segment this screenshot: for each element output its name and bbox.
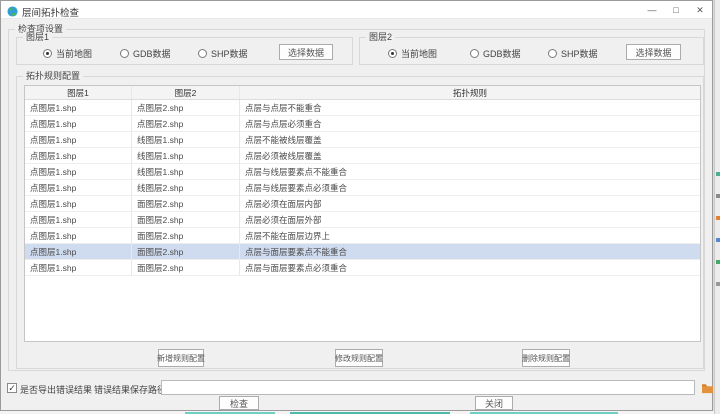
radio-icon bbox=[388, 49, 397, 58]
table-row[interactable]: 点图层1.shp线图层1.shp点层与线层要素点不能重合 bbox=[25, 164, 700, 180]
cell-rule: 点层与面层要素点必须重合 bbox=[240, 260, 700, 275]
cell-rule: 点层与线层要素点不能重合 bbox=[240, 164, 700, 179]
minimize-button[interactable]: — bbox=[640, 1, 664, 19]
cell-layer1: 点图层1.shp bbox=[25, 148, 132, 163]
background-toolbar-icon bbox=[716, 238, 720, 242]
cell-layer2: 面图层2.shp bbox=[132, 244, 240, 259]
table-row[interactable]: 点图层1.shp面图层2.shp点层与面层要素点不能重合 bbox=[25, 244, 700, 260]
path-input[interactable] bbox=[161, 380, 695, 395]
cell-layer1: 点图层1.shp bbox=[25, 212, 132, 227]
cell-rule: 点层与点层必须重合 bbox=[240, 116, 700, 131]
cell-rule: 点层与面层要素点不能重合 bbox=[240, 244, 700, 259]
table-row[interactable]: 点图层1.shp线图层1.shp点层不能被线层覆盖 bbox=[25, 132, 700, 148]
cell-rule: 点层必须在面层内部 bbox=[240, 196, 700, 211]
cell-layer2: 点图层2.shp bbox=[132, 100, 240, 115]
table-row[interactable]: 点图层1.shp点图层2.shp点层与点层不能重合 bbox=[25, 100, 700, 116]
cell-layer2: 点图层2.shp bbox=[132, 116, 240, 131]
background-app-right-edge bbox=[714, 0, 720, 414]
browse-folder-button[interactable] bbox=[700, 381, 714, 395]
cell-layer2: 面图层2.shp bbox=[132, 260, 240, 275]
table-row[interactable]: 点图层1.shp面图层2.shp点层必须在面层内部 bbox=[25, 196, 700, 212]
background-toolbar-icon bbox=[716, 194, 720, 198]
cell-layer2: 面图层2.shp bbox=[132, 212, 240, 227]
topology-check-dialog: 层间拓扑检查 — □ ✕ 检查项设置 图层1 当前地图 GDB数据 SHP数据 … bbox=[0, 0, 713, 411]
cell-layer1: 点图层1.shp bbox=[25, 116, 132, 131]
table-row[interactable]: 点图层1.shp线图层2.shp点层与线层要素点必须重合 bbox=[25, 180, 700, 196]
cell-layer1: 点图层1.shp bbox=[25, 100, 132, 115]
cell-layer1: 点图层1.shp bbox=[25, 244, 132, 259]
table-row[interactable]: 点图层1.shp面图层2.shp点层必须在面层外部 bbox=[25, 212, 700, 228]
background-toolbar-icon bbox=[716, 216, 720, 220]
export-checkbox-label: 是否导出错误结果 bbox=[20, 383, 92, 396]
cell-layer1: 点图层1.shp bbox=[25, 180, 132, 195]
cell-layer1: 点图层1.shp bbox=[25, 228, 132, 243]
rules-table: 图层1 图层2 拓扑规则 点图层1.shp点图层2.shp点层与点层不能重合点图… bbox=[24, 85, 701, 342]
background-toolbar-icon bbox=[716, 260, 720, 264]
cell-layer2: 面图层2.shp bbox=[132, 228, 240, 243]
table-row[interactable]: 点图层1.shp面图层2.shp点层与面层要素点必须重合 bbox=[25, 260, 700, 276]
radio-icon bbox=[43, 49, 52, 58]
radio-icon bbox=[470, 49, 479, 58]
cell-rule: 点层与线层要素点必须重合 bbox=[240, 180, 700, 195]
close-button[interactable]: ✕ bbox=[688, 1, 712, 19]
path-label: 错误结果保存路径: bbox=[94, 383, 169, 396]
cell-rule: 点层不能在面层边界上 bbox=[240, 228, 700, 243]
layer1-select-data-button[interactable]: 选择数据 bbox=[279, 44, 333, 60]
check-button[interactable]: 检查 bbox=[219, 396, 259, 410]
header-layer2: 图层2 bbox=[132, 86, 240, 99]
table-row[interactable]: 点图层1.shp点图层2.shp点层与点层必须重合 bbox=[25, 116, 700, 132]
radio-label: 当前地图 bbox=[56, 47, 92, 60]
globe-icon bbox=[7, 4, 18, 15]
layer1-radio-current-map[interactable]: 当前地图 bbox=[43, 47, 92, 59]
export-checkbox[interactable] bbox=[7, 383, 17, 393]
cell-layer2: 面图层2.shp bbox=[132, 196, 240, 211]
cell-rule: 点层不能被线层覆盖 bbox=[240, 132, 700, 147]
delete-rule-button[interactable]: 删除规则配置 bbox=[522, 349, 570, 367]
radio-icon bbox=[198, 49, 207, 58]
cell-layer2: 线图层2.shp bbox=[132, 180, 240, 195]
cell-layer2: 线图层1.shp bbox=[132, 164, 240, 179]
background-toolbar-icon bbox=[716, 282, 720, 286]
layer2-radio-current-map[interactable]: 当前地图 bbox=[388, 47, 437, 59]
layer1-radio-gdb[interactable]: GDB数据 bbox=[120, 47, 171, 59]
close-dialog-button[interactable]: 关闭 bbox=[475, 396, 513, 410]
cell-layer1: 点图层1.shp bbox=[25, 164, 132, 179]
cell-layer2: 线图层1.shp bbox=[132, 148, 240, 163]
layer2-group-label: 图层2 bbox=[366, 32, 395, 43]
cell-rule: 点层必须被线层覆盖 bbox=[240, 148, 700, 163]
layer2-radio-shp[interactable]: SHP数据 bbox=[548, 47, 598, 59]
layer1-group-label: 图层1 bbox=[23, 32, 52, 43]
background-toolbar-icon bbox=[716, 172, 720, 176]
radio-label: GDB数据 bbox=[133, 47, 171, 60]
folder-icon bbox=[701, 383, 714, 394]
cell-rule: 点层必须在面层外部 bbox=[240, 212, 700, 227]
window-title: 层间拓扑检查 bbox=[22, 5, 79, 19]
table-row[interactable]: 点图层1.shp线图层1.shp点层必须被线层覆盖 bbox=[25, 148, 700, 164]
cell-rule: 点层与点层不能重合 bbox=[240, 100, 700, 115]
rules-group-label: 拓扑规则配置 bbox=[23, 71, 83, 82]
cell-layer1: 点图层1.shp bbox=[25, 260, 132, 275]
radio-icon bbox=[120, 49, 129, 58]
add-rule-button[interactable]: 新增规则配置 bbox=[158, 349, 204, 367]
header-layer1: 图层1 bbox=[25, 86, 132, 99]
rules-table-header: 图层1 图层2 拓扑规则 bbox=[25, 86, 700, 100]
rules-table-body: 点图层1.shp点图层2.shp点层与点层不能重合点图层1.shp点图层2.sh… bbox=[25, 100, 700, 276]
cell-layer1: 点图层1.shp bbox=[25, 132, 132, 147]
title-bar: 层间拓扑检查 — □ ✕ bbox=[1, 1, 712, 19]
radio-label: SHP数据 bbox=[211, 47, 248, 60]
table-row[interactable]: 点图层1.shp面图层2.shp点层不能在面层边界上 bbox=[25, 228, 700, 244]
layer1-radio-shp[interactable]: SHP数据 bbox=[198, 47, 248, 59]
layer2-select-data-button[interactable]: 选择数据 bbox=[626, 44, 681, 60]
cell-layer2: 线图层1.shp bbox=[132, 132, 240, 147]
radio-icon bbox=[548, 49, 557, 58]
radio-label: GDB数据 bbox=[483, 47, 521, 60]
layer2-radio-gdb[interactable]: GDB数据 bbox=[470, 47, 521, 59]
maximize-button[interactable]: □ bbox=[664, 1, 688, 19]
radio-label: SHP数据 bbox=[561, 47, 598, 60]
modify-rule-button[interactable]: 修改规则配置 bbox=[335, 349, 383, 367]
radio-label: 当前地图 bbox=[401, 47, 437, 60]
cell-layer1: 点图层1.shp bbox=[25, 196, 132, 211]
header-rule: 拓扑规则 bbox=[240, 86, 700, 99]
window-controls: — □ ✕ bbox=[640, 1, 712, 19]
